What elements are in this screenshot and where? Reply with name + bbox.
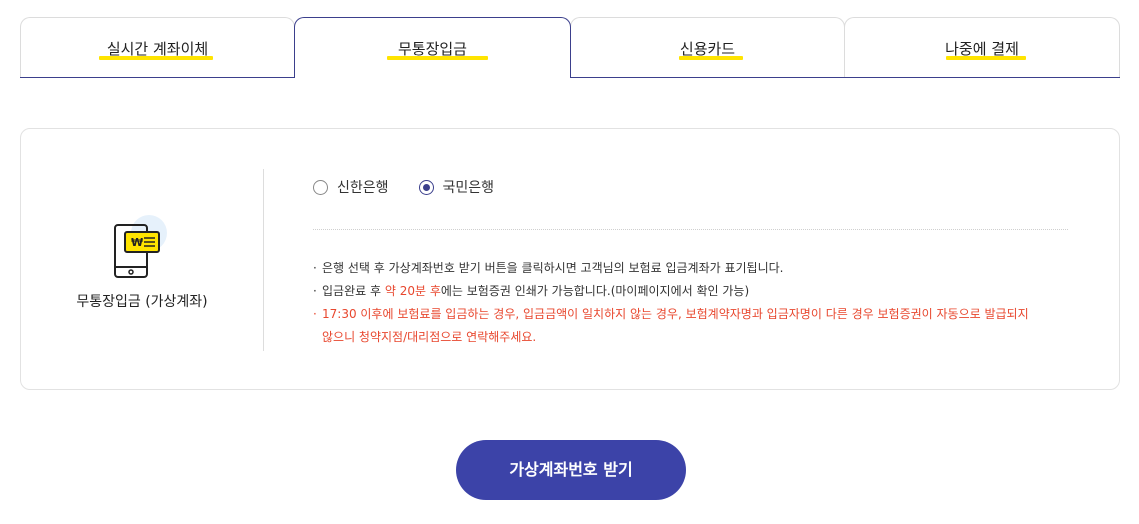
- notice-text: 에는 보험증권 인쇄가 가능합니다.(마이페이지에서 확인 가능): [440, 284, 750, 298]
- notice-item: 입금완료 후 약 20분 후에는 보험증권 인쇄가 가능합니다.(마이페이지에서…: [313, 280, 1083, 303]
- tab-pay-later[interactable]: 나중에 결제: [844, 17, 1120, 78]
- notice-item-warning: 17:30 이후에 보험료를 입금하는 경우, 입금금액이 일치하지 않는 경우…: [313, 303, 1083, 349]
- notice-list: 은행 선택 후 가상계좌번호 받기 버튼을 클릭하시면 고객님의 보험료 입금계…: [313, 257, 1083, 349]
- panel-divider: [263, 169, 264, 351]
- radio-kookmin-bank[interactable]: 국민은행: [418, 177, 495, 197]
- dotted-divider: [313, 229, 1068, 230]
- tab-bank-deposit[interactable]: 무통장입금: [294, 17, 571, 79]
- svg-text:₩: ₩: [131, 236, 143, 249]
- notice-item: 은행 선택 후 가상계좌번호 받기 버튼을 클릭하시면 고객님의 보험료 입금계…: [313, 257, 1083, 280]
- tab-underline: [387, 56, 488, 60]
- bank-deposit-panel: ₩ 무통장입금 (가상계좌) 신한은행 국민은행 은행 선택 후 가상계좌번호 …: [20, 128, 1120, 390]
- mobile-bank-transfer-icon: ₩: [111, 211, 171, 281]
- payment-tabs: 실시간 계좌이체 무통장입금 신용카드 나중에 결제: [20, 17, 1120, 79]
- radio-label: 신한은행: [337, 180, 389, 196]
- method-label: 무통장입금 (가상계좌): [76, 294, 208, 310]
- get-virtual-account-button[interactable]: 가상계좌번호 받기: [456, 440, 686, 500]
- notice-warning-text: 17:30 이후에 보험료를 입금하는 경우, 입금금액이 일치하지 않는 경우…: [322, 307, 1029, 321]
- radio-label: 국민은행: [442, 180, 495, 196]
- tab-credit-card[interactable]: 신용카드: [570, 17, 845, 78]
- radio-button[interactable]: [313, 179, 328, 195]
- tab-underline: [679, 56, 743, 60]
- radio-shinhan-bank[interactable]: 신한은행: [313, 177, 389, 197]
- radio-button[interactable]: [418, 179, 434, 195]
- notice-highlight: 약 20분 후: [384, 284, 441, 298]
- tab-underline: [946, 56, 1026, 60]
- notice-text: 입금완료 후: [322, 284, 385, 298]
- notice-text: 은행 선택 후 가상계좌번호 받기 버튼을 클릭하시면 고객님의 보험료 입금계…: [322, 261, 784, 275]
- notice-warning-text: 않으니 청약지점/대리점으로 연락해주세요.: [322, 330, 537, 344]
- bank-radio-group: 신한은행 국민은행: [313, 177, 494, 197]
- tab-realtime-transfer[interactable]: 실시간 계좌이체: [20, 17, 295, 78]
- tab-underline: [99, 56, 213, 60]
